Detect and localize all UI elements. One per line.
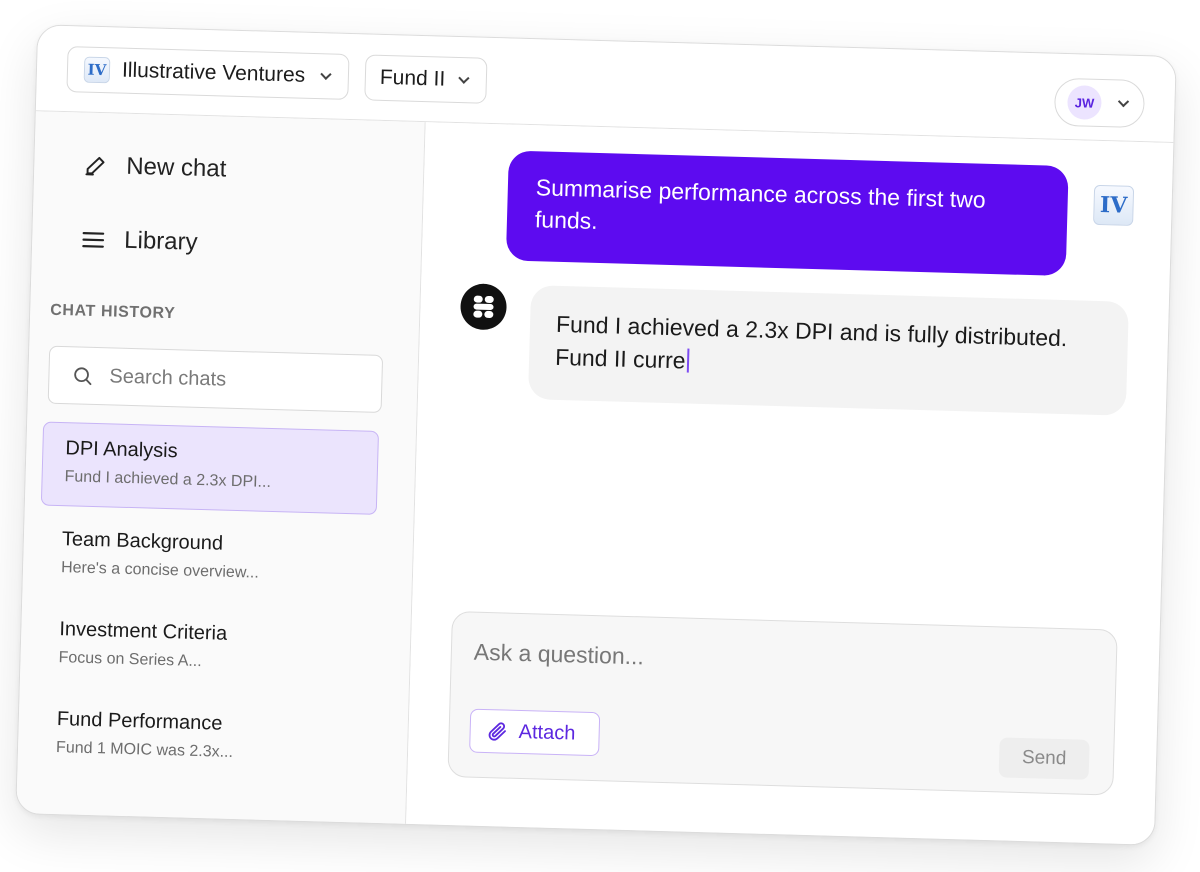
avatar: JW <box>1067 85 1102 120</box>
chat-item-title: DPI Analysis <box>65 437 178 463</box>
send-button[interactable]: Send <box>998 737 1090 780</box>
chat-history-item[interactable]: Investment Criteria Focus on Series A... <box>36 603 374 696</box>
library-button[interactable]: Library <box>78 224 198 257</box>
app-window: IV Illustrative Ventures Fund II JW New … <box>15 24 1177 846</box>
assistant-message: Fund I achieved a 2.3x DPI and is fully … <box>527 285 1129 416</box>
chat-item-preview: Fund 1 MOIC was 2.3x... <box>55 739 234 761</box>
search-placeholder: Search chats <box>109 364 227 391</box>
menu-icon <box>78 224 109 255</box>
new-chat-button[interactable]: New chat <box>80 151 227 185</box>
org-name: Illustrative Ventures <box>121 58 306 87</box>
question-input[interactable]: Ask a question... <box>474 639 1075 683</box>
fund-selector[interactable]: Fund II <box>364 54 488 104</box>
chat-item-preview: Focus on Series A... <box>58 649 202 671</box>
org-logo-icon: IV <box>83 56 111 84</box>
sidebar: New chat Library CHAT HISTORY Search cha… <box>16 111 426 824</box>
chevron-down-icon <box>458 72 470 84</box>
message-composer: Ask a question... Attach Send <box>447 611 1118 796</box>
chat-history-item[interactable]: Fund Performance Fund 1 MOIC was 2.3x... <box>33 693 371 786</box>
conversation-panel: Summarise performance across the first t… <box>406 122 1174 845</box>
stage: IV Illustrative Ventures Fund II JW New … <box>0 0 1200 872</box>
org-selector[interactable]: IV Illustrative Ventures <box>66 46 350 100</box>
chat-history-item[interactable]: Team Background Here's a concise overvie… <box>38 514 376 607</box>
fund-name: Fund II <box>379 65 446 91</box>
chat-item-title: Fund Performance <box>56 708 223 735</box>
search-chats-input[interactable]: Search chats <box>47 345 384 414</box>
assistant-logo-icon <box>459 283 508 331</box>
user-message: Summarise performance across the first t… <box>505 150 1069 277</box>
library-label: Library <box>123 226 198 256</box>
chevron-down-icon <box>320 68 332 80</box>
user-avatar-logo-icon: IV <box>1093 184 1135 226</box>
chat-history-item[interactable]: DPI Analysis Fund I achieved a 2.3x DPI.… <box>40 421 380 515</box>
chat-item-title: Investment Criteria <box>59 618 228 645</box>
new-chat-label: New chat <box>125 152 227 183</box>
chat-history-heading: CHAT HISTORY <box>50 301 176 323</box>
assistant-message-text: Fund I achieved a 2.3x DPI and is fully … <box>554 310 1068 374</box>
typing-cursor <box>687 348 690 373</box>
chat-item-preview: Fund I achieved a 2.3x DPI... <box>64 468 272 491</box>
attach-label: Attach <box>518 720 576 745</box>
chevron-down-icon <box>1117 95 1130 108</box>
pencil-icon <box>80 151 111 182</box>
user-menu[interactable]: JW <box>1053 77 1146 129</box>
paperclip-icon <box>486 720 509 743</box>
attach-button[interactable]: Attach <box>469 708 601 757</box>
chat-item-preview: Here's a concise overview... <box>60 559 260 582</box>
search-icon <box>71 364 94 387</box>
chat-item-title: Team Background <box>61 528 224 555</box>
